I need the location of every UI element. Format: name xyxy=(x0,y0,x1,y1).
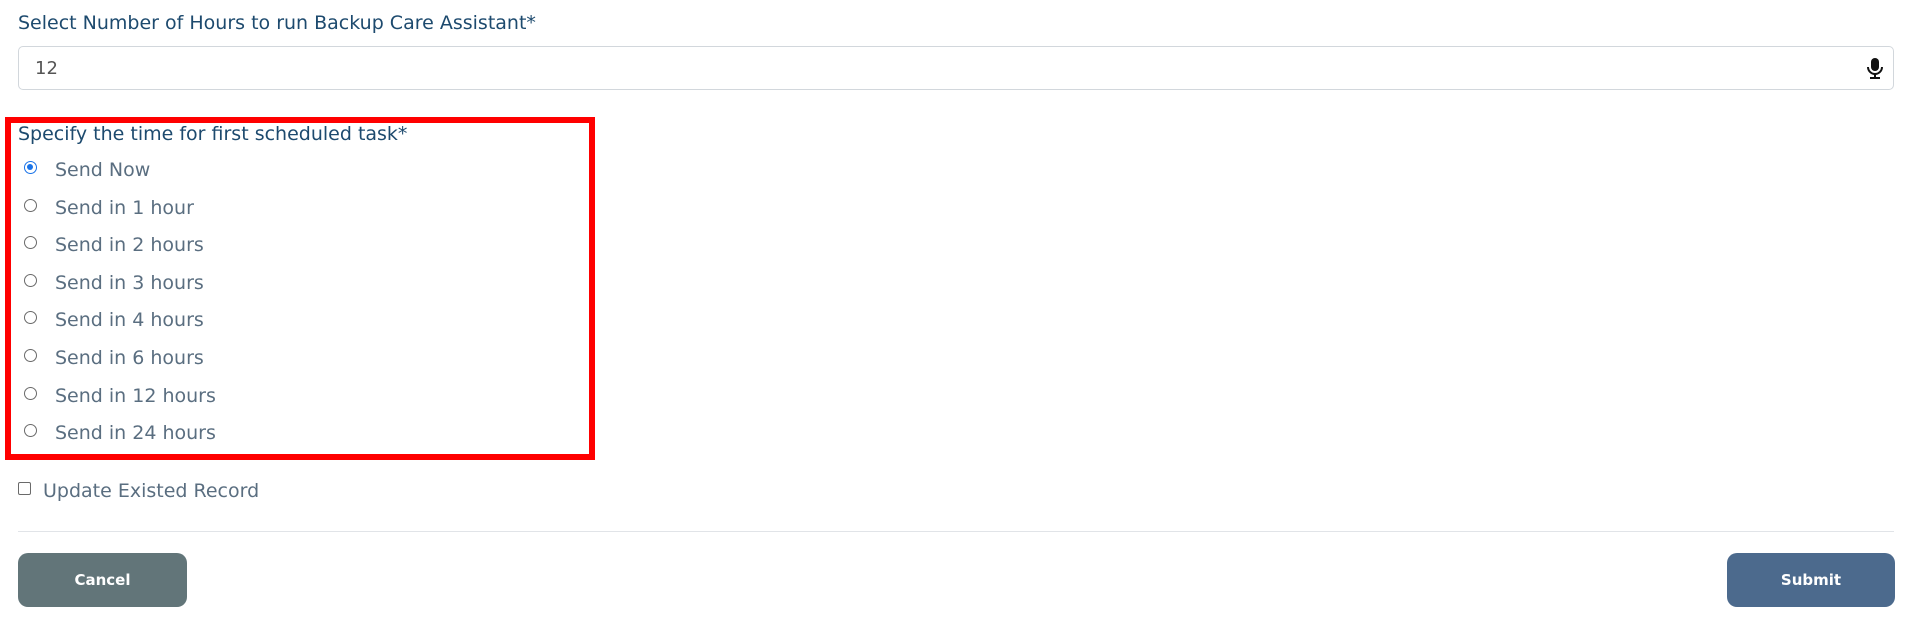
update-record-option[interactable]: Update Existed Record xyxy=(18,479,259,503)
radio-button[interactable] xyxy=(24,198,37,212)
radio-option-label: Send in 6 hours xyxy=(55,346,204,369)
radio-option-1-hour[interactable]: Send in 1 hour xyxy=(20,196,216,234)
radio-button[interactable] xyxy=(24,273,37,287)
radio-button[interactable] xyxy=(24,311,37,325)
radio-option-24-hours[interactable]: Send in 24 hours xyxy=(20,421,216,459)
schedule-label: Specify the time for first scheduled tas… xyxy=(18,123,408,145)
schedule-form: Select Number of Hours to run Backup Car… xyxy=(0,0,1916,618)
radio-option-label: Send in 2 hours xyxy=(55,234,204,257)
radio-button[interactable] xyxy=(24,348,37,362)
hours-field-label: Select Number of Hours to run Backup Car… xyxy=(18,12,536,34)
radio-button[interactable] xyxy=(24,161,37,174)
radio-option-label: Send in 1 hour xyxy=(55,196,194,219)
radio-option-label: Send in 12 hours xyxy=(55,384,216,407)
radio-button[interactable] xyxy=(24,386,37,400)
hours-input[interactable] xyxy=(19,47,1839,89)
schedule-options: Send Now Send in 1 hour Send in 2 hours … xyxy=(20,158,216,459)
radio-option-2-hours[interactable]: Send in 2 hours xyxy=(20,233,216,271)
divider xyxy=(18,531,1894,532)
radio-option-3-hours[interactable]: Send in 3 hours xyxy=(20,271,216,309)
radio-button[interactable] xyxy=(24,424,37,438)
radio-option-label: Send Now xyxy=(55,159,151,181)
radio-option-4-hours[interactable]: Send in 4 hours xyxy=(20,308,216,346)
radio-option-12-hours[interactable]: Send in 12 hours xyxy=(20,384,216,422)
submit-button[interactable]: Submit xyxy=(1727,553,1895,607)
update-record-label: Update Existed Record xyxy=(43,480,260,502)
radio-option-label: Send in 24 hours xyxy=(55,422,216,445)
radio-option-label: Send in 3 hours xyxy=(55,271,204,294)
update-record-checkbox[interactable] xyxy=(18,482,31,495)
radio-option-send-now[interactable]: Send Now xyxy=(20,158,216,196)
hours-field-container xyxy=(18,46,1894,90)
microphone-icon[interactable] xyxy=(1863,56,1887,80)
radio-option-6-hours[interactable]: Send in 6 hours xyxy=(20,346,216,384)
radio-button[interactable] xyxy=(24,236,37,250)
radio-option-label: Send in 4 hours xyxy=(55,309,204,332)
cancel-button[interactable]: Cancel xyxy=(18,553,187,607)
